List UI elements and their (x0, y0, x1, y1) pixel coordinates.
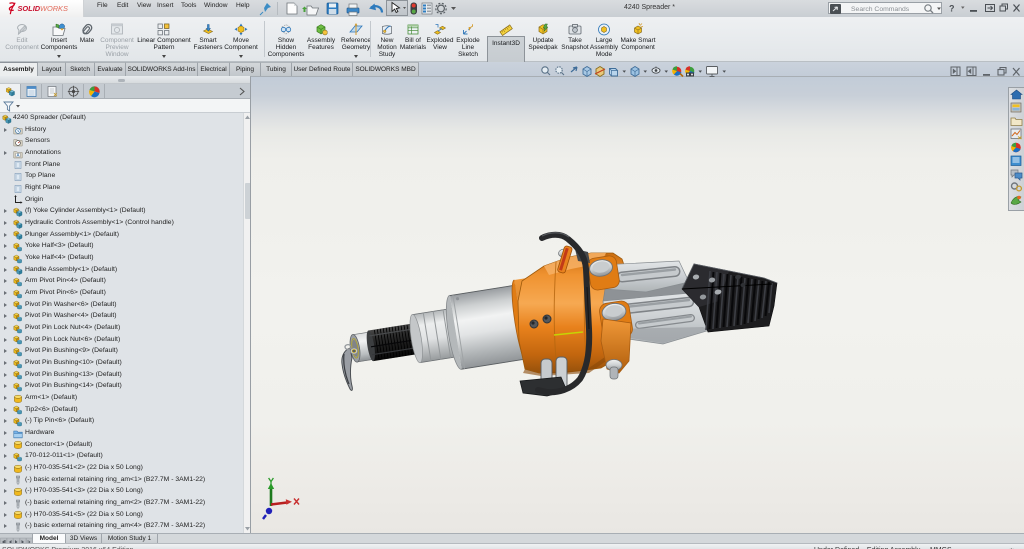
svg-text:?: ? (949, 4, 955, 14)
svg-text:SOLID: SOLID (18, 4, 41, 13)
svg-text:WORKS: WORKS (40, 4, 68, 13)
